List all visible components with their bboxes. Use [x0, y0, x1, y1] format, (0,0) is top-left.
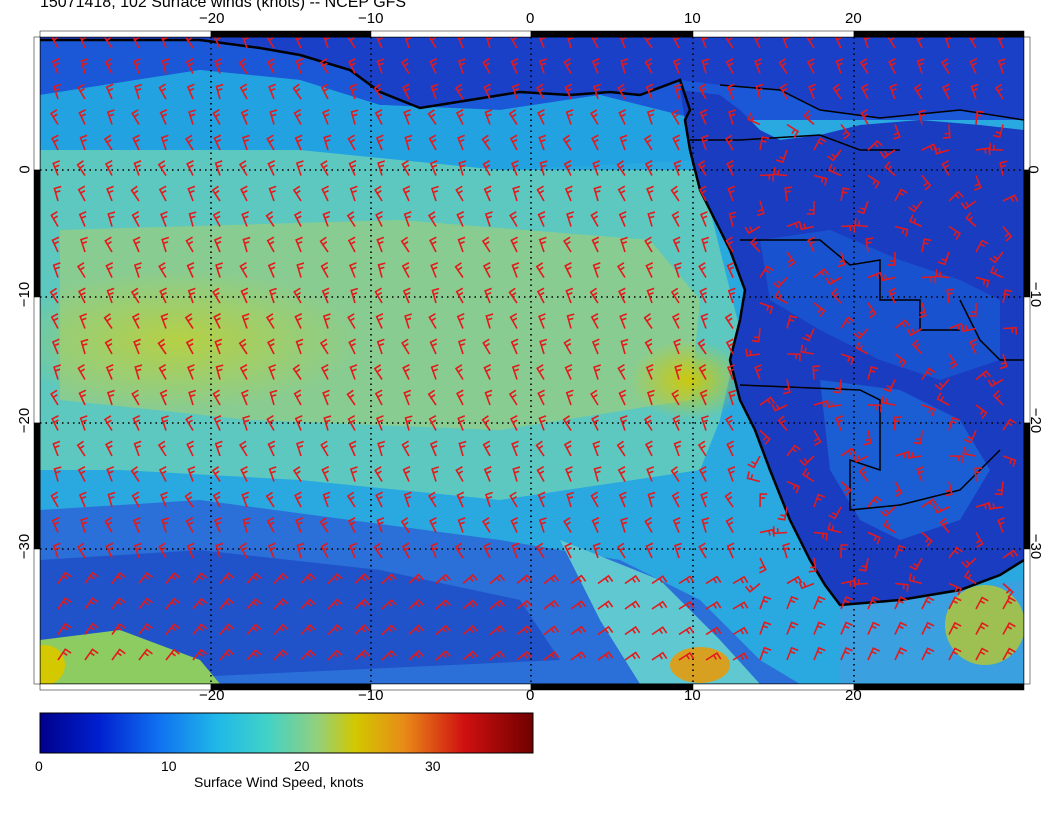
top-lon-label-3: 0 [526, 10, 535, 27]
frame-tick-bar [210, 30, 372, 38]
frame-tick-bar [1023, 169, 1031, 298]
bottom-lon-label-3: 0 [526, 687, 535, 704]
frame-tick-bar [370, 30, 532, 38]
bottom-lon-label-4: 10 [684, 687, 701, 704]
frame-tick-bar [1023, 36, 1031, 171]
frame-tick-bar [530, 30, 694, 38]
wind-speed-field [40, 37, 1024, 684]
frame-tick-bar [692, 30, 855, 38]
bottom-lon-label-1: −20 [199, 687, 225, 704]
right-lat-label-1: 0 [1024, 165, 1042, 174]
colorbar-tick-20: 20 [294, 758, 310, 774]
frame-tick-bar [33, 422, 41, 550]
left-lat-label-2: −10 [16, 281, 34, 308]
frame-tick-bar [33, 169, 41, 298]
frame-tick-bar [33, 296, 41, 424]
bottom-lon-label-5: 20 [845, 687, 862, 704]
left-lat-label-1: 0 [16, 165, 34, 174]
frame-tick-bar [33, 36, 41, 171]
left-lat-label-3: −20 [16, 407, 34, 434]
frame-tick-bar [370, 683, 532, 691]
frame-tick-bar [530, 683, 694, 691]
left-lat-label-4: −30 [16, 533, 34, 560]
frame-tick-bar [1023, 296, 1031, 424]
right-lat-label-2: −10 [1027, 281, 1045, 308]
bottom-lon-label-2: −10 [358, 687, 384, 704]
colorbar-label: Surface Wind Speed, knots [194, 774, 364, 790]
right-lat-label-3: −20 [1027, 407, 1045, 434]
colorbar-scale [39, 712, 534, 754]
frame-tick-bar [692, 683, 855, 691]
top-lon-label-5: 20 [845, 10, 862, 27]
frame-tick-bar [33, 548, 41, 685]
top-lon-label-1: −20 [199, 10, 225, 27]
frame-tick-bar [210, 683, 372, 691]
frame-tick-bar [853, 683, 1025, 691]
frame-tick-bar [39, 683, 212, 691]
top-lon-label-2: −10 [358, 10, 384, 27]
right-lat-label-4: −30 [1027, 533, 1045, 560]
wind-map-figure: 15071418, 102 Surface winds (knots) -- N… [0, 0, 1056, 816]
frame-tick-bar [1023, 422, 1031, 550]
frame-tick-bar [39, 30, 212, 38]
frame-tick-bar [853, 30, 1025, 38]
top-lon-label-4: 10 [684, 10, 701, 27]
colorbar-tick-30: 30 [425, 758, 441, 774]
colorbar-tick-10: 10 [161, 758, 177, 774]
colorbar-tick-0: 0 [35, 758, 43, 774]
frame-tick-bar [1023, 548, 1031, 685]
